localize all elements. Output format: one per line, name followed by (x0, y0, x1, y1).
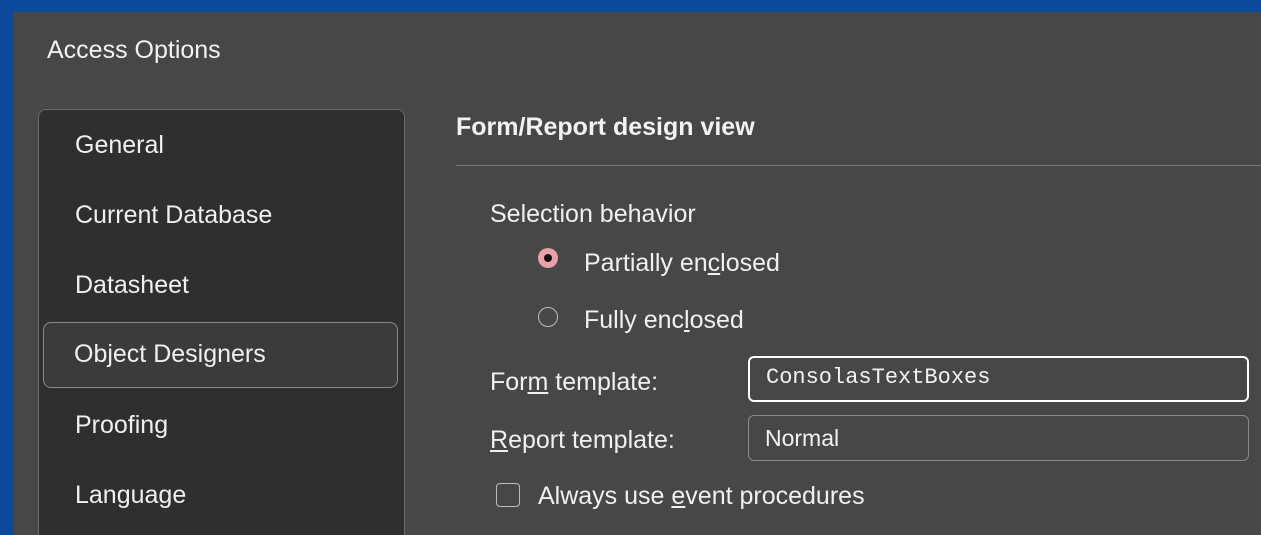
section-divider (456, 165, 1261, 166)
nav-item-language[interactable]: Language (43, 462, 398, 528)
options-nav: General Current Database Datasheet Objec… (38, 109, 405, 535)
access-options-window: Access Options General Current Database … (13, 12, 1261, 535)
window-title: Access Options (47, 36, 221, 64)
section-title: Form/Report design view (456, 113, 755, 141)
report-template-label: Report template: (490, 426, 675, 454)
form-template-label: Form template: (490, 368, 659, 396)
radio-partially-enclosed-label[interactable]: Partially enclosed (584, 249, 780, 278)
nav-item-datasheet[interactable]: Datasheet (43, 252, 398, 318)
radio-fully-enclosed[interactable] (538, 307, 558, 327)
nav-item-proofing[interactable]: Proofing (43, 392, 398, 458)
nav-item-general[interactable]: General (43, 112, 398, 178)
always-event-procedures-label[interactable]: Always use event procedures (538, 482, 865, 511)
selection-behavior-label: Selection behavior (490, 200, 696, 228)
radio-fully-enclosed-label[interactable]: Fully enclosed (584, 306, 744, 335)
nav-item-current-database[interactable]: Current Database (43, 182, 398, 248)
nav-item-object-designers[interactable]: Object Designers (43, 322, 398, 388)
form-template-input[interactable]: ConsolasTextBoxes (748, 356, 1249, 402)
always-event-procedures-checkbox[interactable] (496, 483, 520, 507)
report-template-input[interactable]: Normal (748, 415, 1249, 461)
radio-partially-enclosed[interactable] (538, 248, 558, 268)
